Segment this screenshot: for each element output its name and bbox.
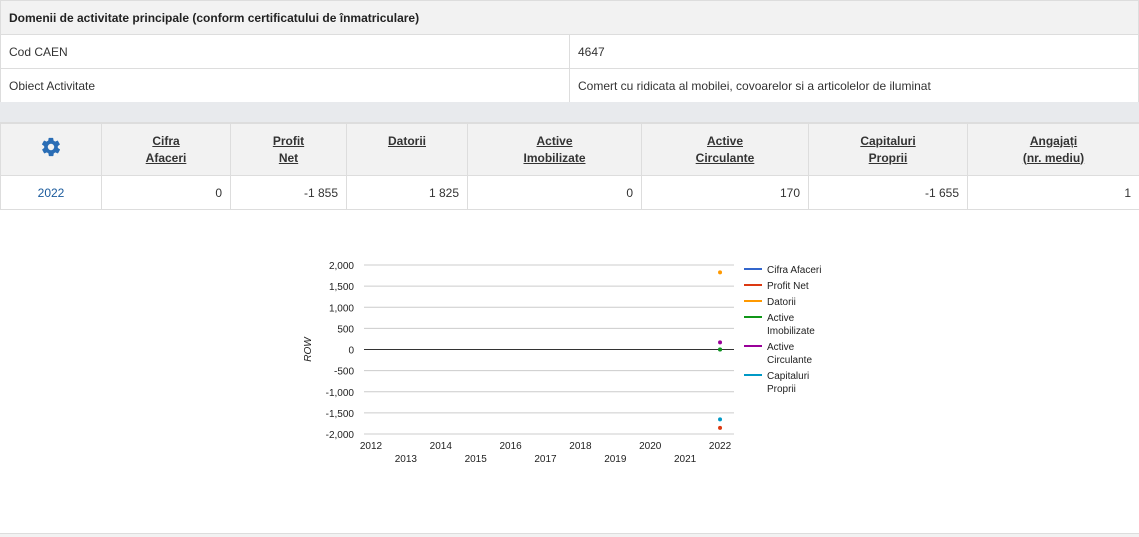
activity-object-row: Obiect Activitate Comert cu ridicata al … <box>0 68 1139 103</box>
activity-domains-header-row: Domenii de activitate principale (confor… <box>0 0 1139 35</box>
y-tick-label: -1,000 <box>326 388 355 399</box>
legend-label: Imobilizate <box>767 326 815 337</box>
settings-cell[interactable] <box>0 123 102 176</box>
activity-object-value: Comert cu ridicata al mobilei, covoarelo… <box>569 68 1139 103</box>
x-tick-label: 2014 <box>430 441 453 452</box>
section-spacer <box>0 102 1139 123</box>
data-point <box>718 417 723 422</box>
col-cifra-afaceri[interactable]: Cifra Afaceri <box>101 123 231 176</box>
col-active-imobilizate[interactable]: Active Imobilizate <box>467 123 642 176</box>
legend-label: Datorii <box>767 297 796 308</box>
financial-chart: 2,000 1,500 1,000 500 0 -500 -1,000 -1,500 -2,00… <box>300 250 840 470</box>
active-imobilizate-value: 0 <box>467 175 642 210</box>
x-tick-label: 2020 <box>639 441 662 452</box>
col-datorii[interactable]: Datorii <box>346 123 468 176</box>
col-capitaluri-proprii[interactable]: Capitaluri Proprii <box>808 123 968 176</box>
cifra-afaceri-value: 0 <box>101 175 231 210</box>
active-circulante-value: 170 <box>641 175 809 210</box>
x-tick-label: 2017 <box>534 454 557 465</box>
y-tick-label: 2,000 <box>329 261 354 272</box>
x-tick-label: 2016 <box>499 441 522 452</box>
y-tick-label: 0 <box>348 346 354 357</box>
bottom-border <box>0 533 1139 537</box>
y-tick-label: 1,500 <box>329 282 354 293</box>
data-point <box>718 425 723 430</box>
year-link[interactable]: 2022 <box>0 175 102 210</box>
y-tick-label: 1,000 <box>329 303 354 314</box>
datorii-value: 1 825 <box>346 175 468 210</box>
y-axis-label: ROW <box>303 336 314 362</box>
x-tick-label: 2013 <box>395 454 418 465</box>
activity-object-label: Obiect Activitate <box>0 68 570 103</box>
profit-net-value: -1 855 <box>230 175 347 210</box>
x-tick-label: 2019 <box>604 454 627 465</box>
capitaluri-proprii-value: -1 655 <box>808 175 968 210</box>
x-tick-label: 2021 <box>674 454 697 465</box>
y-tick-label: -1,500 <box>326 409 355 420</box>
y-tick-label: -2,000 <box>326 430 355 441</box>
financial-header-row: Cifra Afaceri Profit Net Datorii Active Imo… <box>0 123 1139 176</box>
x-tick-label: 2018 <box>569 441 592 452</box>
caen-code-row: Cod CAEN 4647 <box>0 34 1139 69</box>
gear-icon[interactable] <box>40 136 62 163</box>
legend-label: Active <box>767 313 795 324</box>
col-profit-net[interactable]: Profit Net <box>230 123 347 176</box>
legend-label: Active <box>767 342 795 353</box>
activity-domains-table: Domenii de activitate principale (confor… <box>0 0 1139 103</box>
x-tick-label: 2022 <box>709 441 732 452</box>
table-row: 2022 0 -1 855 1 825 0 170 -1 655 1 <box>0 175 1139 210</box>
legend-label: Profit Net <box>767 281 809 292</box>
angajati-value: 1 <box>967 175 1139 210</box>
data-point <box>718 270 723 275</box>
data-point <box>718 347 723 352</box>
data-point <box>718 340 723 345</box>
caen-code-label: Cod CAEN <box>0 34 570 69</box>
legend-label: Cifra Afaceri <box>767 265 821 276</box>
x-tick-label: 2015 <box>465 454 488 465</box>
legend-label: Circulante <box>767 355 812 366</box>
legend-label: Proprii <box>767 384 796 395</box>
y-tick-label: 500 <box>337 324 354 335</box>
legend-label: Capitaluri <box>767 371 809 382</box>
caen-code-value: 4647 <box>569 34 1139 69</box>
y-tick-label: -500 <box>334 367 354 378</box>
financial-table: Cifra Afaceri Profit Net Datorii Active Imo… <box>0 123 1139 210</box>
x-tick-label: 2012 <box>360 441 383 452</box>
activity-domains-header: Domenii de activitate principale (confor… <box>0 0 1139 35</box>
chart-svg: 2,000 1,500 1,000 500 0 -500 -1,000 -1,500 -2,00… <box>303 261 821 465</box>
col-angajati[interactable]: Angajați (nr. mediu) <box>967 123 1139 176</box>
col-active-circulante[interactable]: Active Circulante <box>641 123 809 176</box>
